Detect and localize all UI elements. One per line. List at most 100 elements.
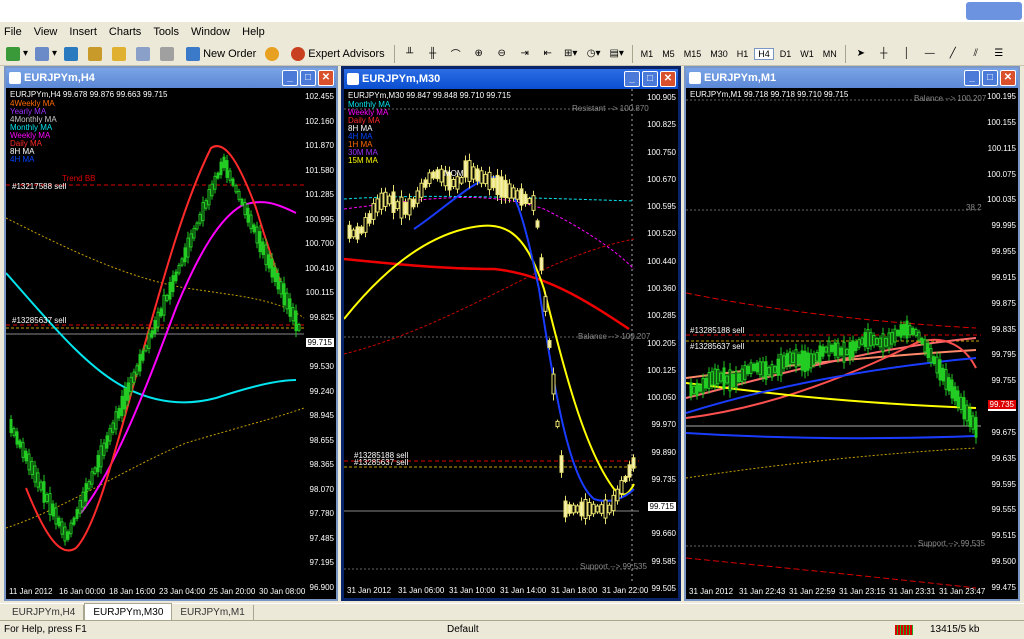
chart-title-bar[interactable]: EURJPYm,H4 _ □ ✕ [6,68,336,88]
metaeditor-icon[interactable] [263,44,284,64]
support-label: Support --> 99.535 [580,562,647,571]
candle [746,365,750,375]
chart-shift-icon[interactable]: ⇤ [538,44,558,64]
line-chart-icon[interactable]: ⌒ [446,44,466,64]
tab-eurjpym-m30[interactable]: EURJPYm,M30 [84,603,173,620]
candle [845,348,849,356]
candle [743,365,747,381]
candle [899,324,903,338]
menu-window[interactable]: Window [191,26,230,38]
chart-window-m30[interactable]: EURJPYm,M30 _ □ ✕ EURJPYm,M30 99.847 99.84… [341,66,681,601]
indicators-icon[interactable]: ⊞▾ [561,44,581,64]
close-button[interactable]: ✕ [318,70,334,86]
zoom-in-icon[interactable]: ⊕ [469,44,489,64]
candle [252,224,256,233]
chart-window-h4[interactable]: EURJPYm,H4 _ □ ✕ EURJPYm,H4 99.678 99.876 … [4,66,338,601]
templates-icon[interactable]: ▤▾ [607,44,627,64]
chart-plot[interactable]: EURJPYm,H4 99.678 99.876 99.663 99.715 4… [6,88,336,599]
price-tick: 99.835 [991,324,1016,334]
timeframe-m30[interactable]: M30 [707,49,731,59]
terminal-icon[interactable] [134,44,155,64]
candle [523,193,528,205]
timeframe-h1[interactable]: H1 [734,49,752,59]
menu-view[interactable]: View [34,26,58,38]
chart-title-bar[interactable]: EURJPYm,M1 _ □ ✕ [686,68,1018,88]
candle [198,213,202,224]
candle [371,203,376,220]
candle [162,294,166,316]
bar-chart-icon[interactable]: ╨ [400,44,420,64]
menu-tools[interactable]: Tools [153,26,179,38]
candle [740,368,744,382]
minimize-button[interactable]: _ [964,70,980,86]
horizontal-line-icon[interactable]: — [920,44,940,64]
timeframe-m5[interactable]: M5 [659,49,678,59]
maximize-button[interactable]: □ [982,70,998,86]
daily-ma-line [25,145,299,552]
chart-canvas [6,145,305,552]
chart-plot[interactable]: EURJPYm,M1 99.718 99.718 99.710 99.715 B… [686,88,1018,599]
close-button[interactable]: ✕ [660,71,676,87]
timeframe-m1[interactable]: M1 [638,49,657,59]
candle [583,499,588,519]
maximize-button[interactable]: □ [642,71,658,87]
candle [725,375,729,384]
new-chart-button[interactable]: ▾ [4,44,30,64]
menu-file[interactable]: File [4,26,22,38]
candle [779,353,783,376]
chart-title: EURJPYm,H4 [24,72,95,84]
close-button[interactable]: ✕ [1000,70,1016,86]
periods-icon[interactable]: ◷▾ [584,44,604,64]
candle [587,501,592,517]
chart-plot[interactable]: EURJPYm,M30 99.847 99.848 99.710 99.715 … [344,89,678,598]
timeframe-mn[interactable]: MN [820,49,840,59]
candle [165,294,169,302]
zoom-out-icon[interactable]: ⊖ [492,44,512,64]
new-order-button[interactable]: New Order [182,44,260,64]
fibonacci-icon[interactable]: ☰ [989,44,1009,64]
auto-scroll-icon[interactable]: ⇥ [515,44,535,64]
navigator-icon[interactable] [110,44,131,64]
market-watch-icon[interactable] [62,44,83,64]
timeframe-h4[interactable]: H4 [754,47,774,60]
price-tick: 101.580 [305,165,334,175]
minimize-button[interactable]: _ [624,71,640,87]
timeframe-w1[interactable]: W1 [797,49,817,59]
menu-charts[interactable]: Charts [109,26,141,38]
timeframe-m15[interactable]: M15 [681,49,705,59]
candle [932,356,936,365]
minimize-button[interactable]: _ [282,70,298,86]
candle [803,350,807,373]
expert-advisors-button[interactable]: Expert Advisors [287,44,388,64]
menu-insert[interactable]: Insert [69,26,97,38]
candle [579,501,584,517]
candle [689,382,693,397]
time-tick: 31 Jan 23:15 [839,587,886,596]
menu-help[interactable]: Help [242,26,265,38]
data-window-icon[interactable] [86,44,107,64]
strategy-tester-icon[interactable] [158,44,179,64]
price-tick: 99.875 [991,298,1016,308]
chart-window-m1[interactable]: EURJPYm,M1 _ □ ✕ EURJPYm,M1 99.718 99.718 … [684,66,1020,601]
candle [237,190,241,200]
support-label: Support --> 99.535 [918,539,985,548]
vertical-line-icon[interactable]: │ [897,44,917,64]
chart-title-bar[interactable]: EURJPYm,M30 _ □ ✕ [344,69,678,89]
crosshair-icon[interactable]: ┼ [874,44,894,64]
price-tick: 100.595 [647,202,676,212]
channel-icon[interactable]: ⫽ [966,44,986,64]
tab-eurjpym-m1[interactable]: EURJPYm,M1 [172,605,254,620]
tab-eurjpym-h4[interactable]: EURJPYm,H4 [4,605,85,620]
cursor-icon[interactable]: ➤ [851,44,871,64]
candle [423,179,428,188]
candle [962,397,966,420]
candle [483,173,488,185]
window-controls[interactable] [966,2,1022,20]
maximize-button[interactable]: □ [300,70,316,86]
profiles-button[interactable]: ▾ [33,44,59,64]
candlestick-icon[interactable]: ╫ [423,44,443,64]
trendline-icon[interactable]: ╱ [943,44,963,64]
timeframe-d1[interactable]: D1 [777,49,795,59]
candle [884,337,888,347]
candle [228,170,232,181]
